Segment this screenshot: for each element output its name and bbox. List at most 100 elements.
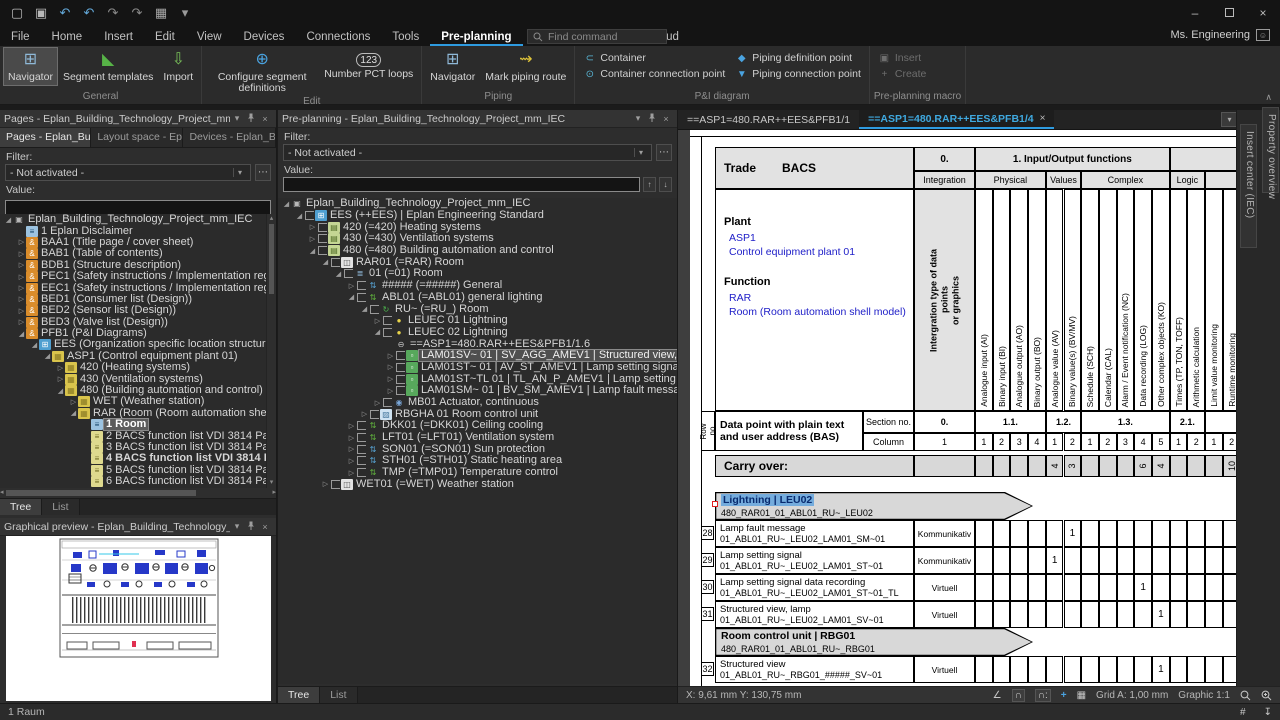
menu-down-icon[interactable]: ▾: [230, 521, 244, 532]
number-pct-loops-button[interactable]: 123Number PCT loops: [320, 48, 417, 82]
pin-icon[interactable]: [645, 113, 659, 124]
tree-item[interactable]: ▷◉MB01 Actuator, continuous: [278, 397, 677, 409]
search-down-button[interactable]: ↓: [659, 177, 672, 192]
tab-list[interactable]: List: [320, 687, 357, 703]
close-icon[interactable]: ×: [258, 522, 272, 532]
collapsed-icon[interactable]: ▷: [17, 284, 26, 292]
tree-item[interactable]: ▷⇅##### (=#####) General: [278, 280, 677, 292]
collapsed-icon[interactable]: ▷: [347, 457, 356, 465]
expanded-icon[interactable]: ◢: [43, 352, 52, 360]
collapsed-icon[interactable]: ▷: [347, 282, 356, 290]
tab-insert-center[interactable]: Insert center (IEC): [1240, 124, 1257, 248]
grid-icon[interactable]: ▦: [1077, 690, 1086, 701]
piping-definition-point-button[interactable]: ◆Piping definition point: [735, 51, 861, 65]
document-tab-2[interactable]: ==ASP1=480.RAR++EES&PFB1/4×: [859, 110, 1054, 129]
zoom-out-icon[interactable]: [1240, 690, 1251, 701]
tree-item[interactable]: ◢⊞EES (++EES) | Eplan Engineering Standa…: [278, 210, 677, 222]
collapsed-icon[interactable]: ▷: [308, 235, 317, 243]
tree-item[interactable]: ▷▫LAM01SV~ 01 | SV_AGG_AMEV1 | Structure…: [278, 350, 677, 362]
download-icon[interactable]: ↧: [1264, 707, 1272, 718]
snap-points-icon[interactable]: ∩:: [1035, 689, 1051, 702]
collapsed-icon[interactable]: ▷: [56, 375, 65, 383]
segment-templates-button[interactable]: ◣Segment templates: [59, 48, 157, 85]
expanded-icon[interactable]: ◢: [360, 305, 369, 313]
pages-tree-hscrollbar[interactable]: ◂ ▸: [0, 488, 276, 498]
maximize-button[interactable]: [1212, 0, 1246, 27]
tab-tree[interactable]: Tree: [278, 687, 320, 703]
tree-item[interactable]: ≡4 BACS function list VDI 3814 Part 4.3: [0, 453, 266, 464]
collapsed-icon[interactable]: ▷: [308, 223, 317, 231]
tree-item[interactable]: ▷▦420 (Heating systems): [0, 362, 266, 373]
collapsed-icon[interactable]: ▷: [17, 295, 26, 303]
collapsed-icon[interactable]: ▷: [373, 399, 382, 407]
piping-connection-point-button[interactable]: ▼Piping connection point: [735, 67, 861, 81]
value-input[interactable]: [5, 200, 271, 215]
ribbon-tab-view[interactable]: View: [186, 29, 233, 46]
datapoint-cell[interactable]: Lamp setting signal01_ABL01_RU~_LEU02_LA…: [715, 547, 914, 574]
tree-item[interactable]: ▷▤430 (=430) Ventilation systems: [278, 233, 677, 245]
remove-layout-icon[interactable]: ▦: [152, 4, 170, 22]
value-input[interactable]: [283, 177, 640, 192]
tree-item[interactable]: ▷&PEC1 (Safety instructions / Implementa…: [0, 271, 266, 282]
datapoint-cell[interactable]: Structured view01_ABL01_RU~_RBG01_#####_…: [715, 656, 914, 683]
segment-banner[interactable]: Room control unit | RBG01480_RAR01_01_AB…: [715, 628, 1033, 656]
configure-segment-definitions-button[interactable]: ⊕Configure segment definitions: [206, 48, 318, 96]
tree-item[interactable]: ▷▨RBGHA 01 Room control unit: [278, 408, 677, 420]
collapsed-icon[interactable]: ▷: [17, 318, 26, 326]
expanded-icon[interactable]: ◢: [282, 200, 291, 208]
ribbon-tab-pre-planning[interactable]: Pre-planning: [430, 29, 522, 46]
close-tab-icon[interactable]: ×: [1040, 113, 1046, 124]
scroll-right-icon[interactable]: ▸: [272, 488, 276, 498]
navigator-button[interactable]: ⊞Navigator: [4, 48, 57, 85]
expanded-icon[interactable]: ◢: [308, 247, 317, 255]
tree-item[interactable]: ◢≣01 (=01) Room: [278, 268, 677, 280]
expanded-icon[interactable]: ◢: [295, 212, 304, 220]
collapsed-icon[interactable]: ▷: [386, 375, 395, 383]
pin-icon[interactable]: [244, 521, 258, 532]
collapsed-icon[interactable]: ▷: [321, 480, 330, 488]
close-icon[interactable]: ×: [258, 114, 272, 124]
collapsed-icon[interactable]: ▷: [386, 363, 395, 371]
navigator-button[interactable]: ⊞Navigator: [426, 48, 479, 85]
tree-item[interactable]: ◢⊞EES (Organization specific location st…: [0, 339, 266, 350]
menu-down-icon[interactable]: ▾: [631, 113, 645, 124]
tree-item[interactable]: ▷⇅SON01 (=SON01) Sun protection: [278, 443, 677, 455]
expanded-icon[interactable]: ◢: [17, 330, 26, 338]
collapsed-icon[interactable]: ▷: [17, 250, 26, 258]
tree-item[interactable]: ⊖==ASP1=480.RAR++EES&PFB1/1.6: [278, 338, 677, 350]
pin-icon[interactable]: [244, 113, 258, 124]
expanded-icon[interactable]: ◢: [347, 293, 356, 301]
tree-item[interactable]: ▷&BAB1 (Table of contents): [0, 248, 266, 259]
tree-item[interactable]: ▷⇅TMP (=TMP01) Temperature control: [278, 467, 677, 479]
tree-item[interactable]: ◢↻RU~ (=RU_) Room: [278, 303, 677, 315]
tree-item[interactable]: ◢●LEUEC 02 Lightning: [278, 327, 677, 339]
tree-item[interactable]: ▷●LEUEC 01 Lightning: [278, 315, 677, 327]
scrollbar-thumb[interactable]: [269, 224, 274, 294]
hash-icon[interactable]: #: [1240, 707, 1246, 718]
tree-item[interactable]: ▷⇅STH01 (=STH01) Static heating area: [278, 455, 677, 467]
document-tab-1[interactable]: ==ASP1=480.RAR++EES&PFB1/1: [678, 110, 859, 129]
expanded-icon[interactable]: ◢: [30, 341, 39, 349]
segment-banner[interactable]: Lightning | LEU02480_RAR01_01_ABL01_RU~_…: [715, 492, 1033, 520]
tree-item[interactable]: ≡6 BACS function list VDI 3814 Part 4.3: [0, 476, 266, 487]
pages-panel-tab-2[interactable]: Devices - Eplan_Buildi...: [183, 128, 276, 147]
expanded-icon[interactable]: ◢: [56, 387, 65, 395]
open-page-icon[interactable]: ▣: [32, 4, 50, 22]
scroll-up-icon[interactable]: ▴: [267, 214, 276, 224]
collapsed-icon[interactable]: ▷: [373, 317, 382, 325]
tree-item[interactable]: ◢◫RAR01 (=RAR) Room: [278, 256, 677, 268]
tree-item[interactable]: ▷&BED2 (Sensor list (Design)): [0, 305, 266, 316]
close-icon[interactable]: ×: [659, 114, 673, 124]
tree-item[interactable]: ▷▫LAM01SM~ 01 | BV_SM_AMEV1 | Lamp fault…: [278, 385, 677, 397]
collapsed-icon[interactable]: ▷: [386, 387, 395, 395]
collapsed-icon[interactable]: ▷: [17, 238, 26, 246]
search-input[interactable]: Find command: [527, 29, 667, 44]
ribbon-tab-tools[interactable]: Tools: [381, 29, 430, 46]
datapoint-cell[interactable]: Lamp setting signal data recording01_ABL…: [715, 574, 914, 601]
datapoint-cell[interactable]: Structured view, lamp01_ABL01_RU~_LEU02_…: [715, 601, 914, 628]
collapsed-icon[interactable]: ▷: [347, 445, 356, 453]
expanded-icon[interactable]: ◢: [373, 328, 382, 336]
tree-item[interactable]: ◢▣Eplan_Building_Technology_Project_mm_I…: [278, 198, 677, 210]
tree-item[interactable]: ▷▦WET (Weather station): [0, 396, 266, 407]
expanded-icon[interactable]: ◢: [334, 270, 343, 278]
